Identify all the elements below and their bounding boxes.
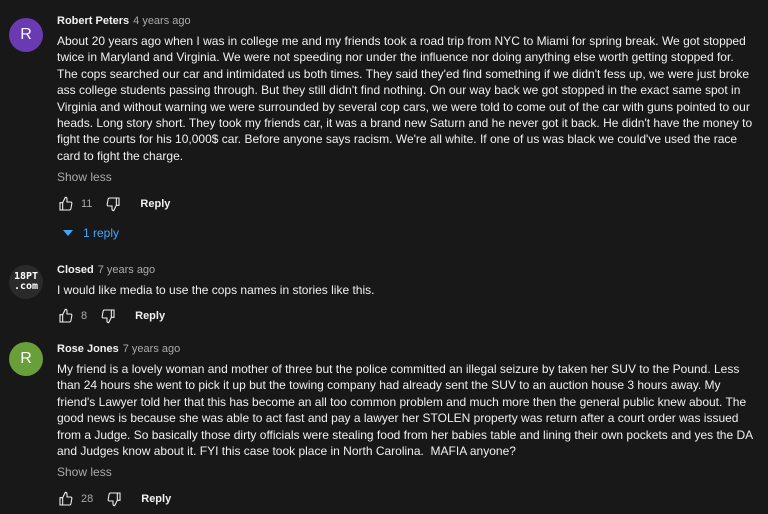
like-count: 8 — [81, 310, 88, 323]
avatar-letter: R — [20, 350, 32, 367]
replies-count-label: 1 reply — [83, 226, 120, 241]
thumbs-down-icon[interactable] — [105, 490, 123, 508]
avatar[interactable]: 18PT .com — [9, 265, 43, 299]
comment-actions: 28 Reply — [57, 487, 756, 511]
thumbs-up-icon[interactable] — [57, 490, 75, 508]
comment-time[interactable]: 4 years ago — [133, 15, 190, 27]
like-count: 28 — [81, 493, 94, 506]
thumbs-down-icon[interactable] — [104, 195, 122, 213]
comment-text: I would like media to use the cops names… — [57, 283, 375, 297]
comment-text: About 20 years ago when I was in college… — [57, 34, 756, 163]
comment-header: Rose Jones 7 years ago — [57, 342, 756, 356]
comment-body: Robert Peters 4 years ago About 20 years … — [57, 14, 756, 244]
comment-time[interactable]: 7 years ago — [123, 343, 180, 355]
comment-author[interactable]: Closed — [57, 264, 94, 276]
comment-author[interactable]: Robert Peters — [57, 15, 129, 27]
caret-down-icon — [63, 230, 73, 237]
comment-body: Closed 7 years ago I would like media to … — [57, 263, 756, 328]
reply-button[interactable]: Reply — [140, 198, 170, 210]
comment-author[interactable]: Rose Jones — [57, 343, 119, 355]
comment-header: Closed 7 years ago — [57, 263, 756, 277]
reply-button[interactable]: Reply — [135, 310, 165, 322]
reply-button[interactable]: Reply — [141, 493, 171, 505]
thumbs-up-icon[interactable] — [57, 195, 75, 213]
show-less-button[interactable]: Show less — [57, 170, 756, 184]
comment-time[interactable]: 7 years ago — [98, 264, 155, 276]
avatar[interactable]: R — [9, 18, 43, 52]
thumbs-down-icon[interactable] — [99, 307, 117, 325]
show-less-button[interactable]: Show less — [57, 465, 756, 479]
avatar-logo-line: .com — [13, 281, 39, 292]
view-replies-button[interactable]: 1 reply — [57, 222, 756, 244]
avatar-letter: R — [20, 26, 32, 43]
comment-actions: 8 Reply — [57, 304, 756, 328]
comment-body: Rose Jones 7 years ago My friend is a lov… — [57, 342, 756, 511]
comment-header: Robert Peters 4 years ago — [57, 14, 756, 28]
comment-actions: 11 Reply — [57, 192, 756, 216]
thumbs-up-icon[interactable] — [57, 307, 75, 325]
like-count: 11 — [81, 198, 93, 211]
comment-text: My friend is a lovely woman and mother o… — [57, 362, 756, 459]
avatar[interactable]: R — [9, 342, 43, 376]
